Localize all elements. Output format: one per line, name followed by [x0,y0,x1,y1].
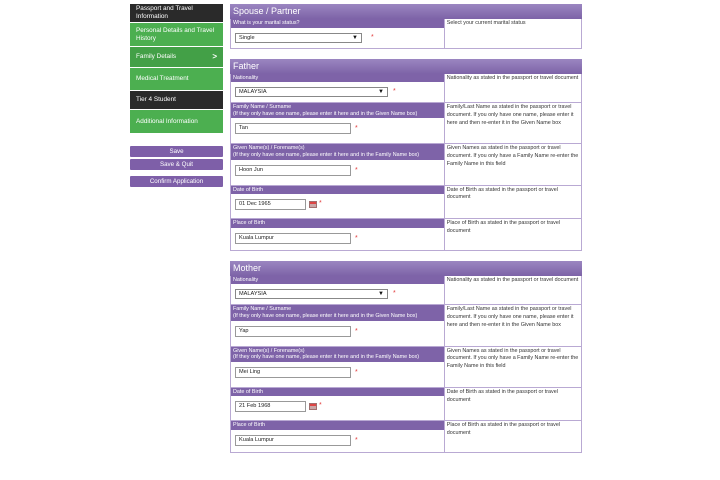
marital-status-label: What is your marital status? [231,19,444,28]
mother-given-name-value: Mei Ling [239,368,261,375]
required-marker: * [355,436,358,444]
mother-dob-value: 21 Feb 1968 [239,403,271,410]
required-marker: * [355,166,358,174]
mother-pob-label: Place of Birth [231,421,444,430]
mother-given-name-label: Given Name(s) / Forename(s) (If they onl… [231,346,444,362]
save-button[interactable]: Save [130,146,223,157]
required-marker: * [319,402,322,410]
mother-pob-value: Kuala Lumpur [239,436,274,443]
mother-given-name-help: Given Names as stated in the passport or… [446,347,579,370]
sidebar-item-label: Tier 4 Student [136,96,176,103]
father-dob-input[interactable]: 01 Dec 1965 [235,199,306,211]
mother-pob-row: Place of Birth Kuala Lumpur * Place of B… [230,421,582,453]
father-pob-input[interactable]: Kuala Lumpur [235,232,351,244]
required-marker: * [393,88,396,96]
section-title-father: Father [230,58,582,74]
mother-family-name-label: Family Name / Surname (If they only have… [231,305,444,321]
required-marker: * [355,327,358,335]
sidebar-item-label: Additional Information [136,117,198,125]
father-nationality-value: MALAYSIA [239,89,267,96]
father-given-name-row: Given Name(s) / Forename(s) (If they onl… [230,144,582,186]
mother-family-name-value: Yap [239,327,249,334]
father-nationality-row: Nationality MALAYSIA ▼ * Nationality as … [230,73,582,104]
mother-dob-input[interactable]: 21 Feb 1968 [235,401,306,413]
father-dob-help: Date of Birth as stated in the passport … [446,186,558,201]
chevron-right-icon: > [212,52,217,61]
father-nationality-select[interactable]: MALAYSIA ▼ [235,87,388,98]
mother-nationality-value: MALAYSIA [239,291,267,298]
mother-dob-help: Date of Birth as stated in the passport … [446,388,558,403]
father-pob-value: Kuala Lumpur [239,234,274,241]
father-given-name-input[interactable]: Hoon Jun [235,164,351,176]
sidebar-item-family-details[interactable]: Family Details > [130,47,223,68]
sidebar-item-medical-treatment[interactable]: Medical Treatment [130,68,223,91]
father-dob-label: Date of Birth [231,185,444,195]
marital-status-value: Single [239,34,255,41]
father-given-name-value: Hoon Jun [239,166,263,173]
mother-family-name-row: Family Name / Surname (If they only have… [230,305,582,347]
sidebar-item-personal-details[interactable]: Personal Details and Travel History [130,23,223,47]
required-marker: * [319,200,322,208]
sidebar-item-passport-travel[interactable]: Passport and Travel Information [130,4,223,23]
sidebar-item-label: Family Details [136,53,177,60]
mother-nationality-row: Nationality MALAYSIA ▼ * Nationality as … [230,275,582,306]
father-nationality-label: Nationality [231,73,444,83]
sidebar-item-label: Medical Treatment [136,75,189,82]
confirm-application-button[interactable]: Confirm Application [130,176,223,187]
chevron-down-icon: ▼ [352,34,358,41]
father-given-name-label: Given Name(s) / Forename(s) (If they onl… [231,144,444,160]
required-marker: * [371,33,374,41]
father-pob-help: Place of Birth as stated in the passport… [446,220,561,234]
mother-dob-label: Date of Birth [231,387,444,397]
sidebar-item-tier4-student[interactable]: Tier 4 Student [130,91,223,110]
chevron-down-icon: ▼ [378,89,384,96]
mother-given-name-input[interactable]: Mei Ling [235,366,351,378]
father-family-name-value: Tan [239,125,249,132]
father-family-name-label: Family Name / Surname (If they only have… [231,103,444,119]
father-family-name-row: Family Name / Surname (If they only have… [230,103,582,145]
calendar-icon[interactable] [309,201,317,209]
mother-nationality-label: Nationality [231,275,444,285]
marital-status-select[interactable]: Single ▼ [235,32,362,43]
mother-nationality-select[interactable]: MALAYSIA ▼ [235,289,388,300]
father-given-name-help: Given Names as stated in the passport or… [446,145,579,167]
mother-family-name-help: Family/Last Name as stated in the passpo… [446,306,574,328]
required-marker: * [355,234,358,242]
section-title-spouse: Spouse / Partner [230,4,582,19]
calendar-icon[interactable] [309,403,317,411]
required-marker: * [355,125,358,133]
section-title-mother: Mother [230,260,582,276]
required-marker: * [355,368,358,376]
sidebar-item-additional-information[interactable]: Additional Information [130,110,223,134]
chevron-down-icon: ▼ [378,291,384,298]
marital-status-help: Select your current marital status [446,20,526,26]
father-nationality-help: Nationality as stated in the passport or… [446,74,579,81]
father-pob-row: Place of Birth Kuala Lumpur * Place of B… [230,219,582,251]
save-and-quit-button[interactable]: Save & Quit [130,159,223,170]
father-family-name-help: Family/Last Name as stated in the passpo… [446,104,574,126]
sidebar-item-label: Personal Details and Travel History [136,26,215,42]
father-pob-label: Place of Birth [231,219,444,228]
father-dob-value: 01 Dec 1965 [239,201,271,208]
mother-nationality-help: Nationality as stated in the passport or… [446,276,579,283]
mother-dob-row: Date of Birth 21 Feb 1968 * Date of Birt… [230,387,582,422]
mother-given-name-row: Given Name(s) / Forename(s) (If they onl… [230,346,582,388]
family-details-form: Spouse / Partner What is your marital st… [230,4,582,453]
sidebar-nav: Passport and Travel Information Personal… [130,4,223,187]
mother-pob-help: Place of Birth as stated in the passport… [446,422,561,437]
mother-pob-input[interactable]: Kuala Lumpur [235,434,351,446]
mother-family-name-input[interactable]: Yap [235,325,351,337]
father-dob-row: Date of Birth 01 Dec 1965 * Date of Birt… [230,185,582,220]
sidebar-item-label: Passport and Travel Information [136,5,193,20]
required-marker: * [393,290,396,298]
father-family-name-input[interactable]: Tan [235,123,351,135]
marital-status-row: What is your marital status? Single ▼ * … [230,19,582,49]
